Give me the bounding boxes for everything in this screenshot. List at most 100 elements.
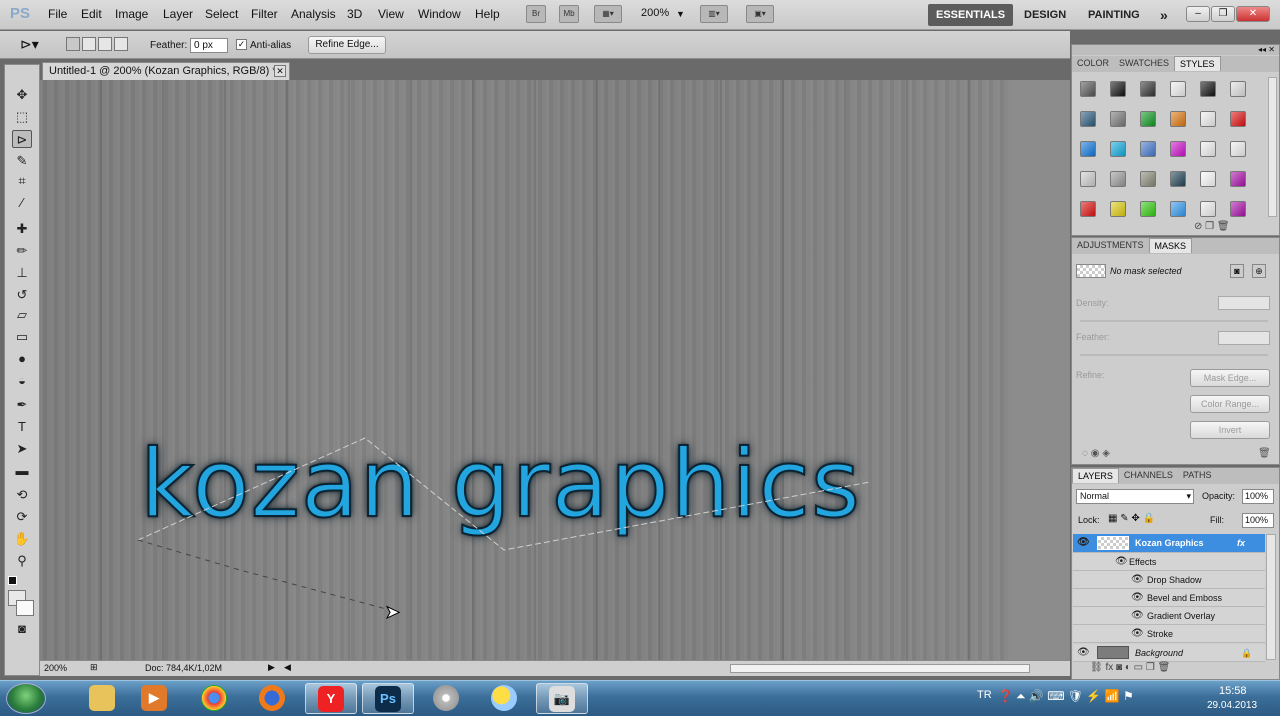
taskbar-photoshop[interactable]: Ps <box>362 683 414 714</box>
style-swatch[interactable] <box>1200 171 1216 187</box>
refine-edge-button[interactable]: Refine Edge... <box>308 36 386 54</box>
style-swatch[interactable] <box>1140 81 1156 97</box>
effect-row[interactable]: 👁 Bevel and Emboss <box>1073 589 1265 607</box>
help-icon[interactable]: ❓ <box>998 689 1013 703</box>
zoom-dropdown-icon[interactable]: ▼ <box>676 9 685 19</box>
menu-help[interactable]: Help <box>475 7 500 21</box>
tray-icons[interactable]: ⏶ 🔊 ⌨ 🛡 ⚡ 📶 ⚑ <box>1016 689 1134 704</box>
style-swatch[interactable] <box>1080 171 1096 187</box>
style-swatch[interactable] <box>1170 171 1186 187</box>
opacity-input[interactable]: 100% <box>1242 489 1274 504</box>
type-tool-icon[interactable]: T <box>12 418 32 436</box>
scroll-left-icon[interactable]: ◀ <box>284 662 291 673</box>
eye-icon[interactable]: 👁 <box>1077 644 1090 662</box>
bridge-button[interactable]: Br <box>526 5 546 23</box>
effects-row[interactable]: 👁 Effects <box>1073 553 1265 571</box>
style-swatch[interactable] <box>1230 171 1246 187</box>
style-swatch[interactable] <box>1230 81 1246 97</box>
menu-image[interactable]: Image <box>115 7 148 21</box>
pen-tool-icon[interactable]: ✒ <box>12 396 32 414</box>
default-colors-icon[interactable] <box>8 576 17 585</box>
shape-tool-icon[interactable]: ▬ <box>12 462 32 480</box>
hand-tool-icon[interactable]: ✋ <box>12 530 32 548</box>
style-swatch[interactable] <box>1230 201 1246 217</box>
density-slider[interactable] <box>1080 320 1268 322</box>
feather-mask-input[interactable] <box>1218 331 1270 345</box>
style-swatch[interactable] <box>1110 81 1126 97</box>
style-swatch[interactable] <box>1140 171 1156 187</box>
workspace-design[interactable]: DESIGN <box>1016 4 1074 26</box>
close-tab-icon[interactable]: ✕ <box>274 65 286 77</box>
style-swatch[interactable] <box>1170 81 1186 97</box>
quick-mask-icon[interactable]: ◙ <box>12 620 32 638</box>
style-swatch[interactable] <box>1170 141 1186 157</box>
eye-icon[interactable]: 👁 <box>1077 534 1090 552</box>
zoom-tool-icon[interactable]: ⚲ <box>12 552 32 570</box>
style-swatch[interactable] <box>1230 141 1246 157</box>
menu-filter[interactable]: Filter <box>251 7 278 21</box>
quick-selection-tool-icon[interactable]: ✎ <box>12 152 32 170</box>
menu-analysis[interactable]: Analysis <box>291 7 336 21</box>
workspace-more-icon[interactable]: » <box>1152 4 1176 26</box>
menu-view[interactable]: View <box>378 7 404 21</box>
status-options-icon[interactable]: ⊞ <box>90 662 98 673</box>
style-swatch[interactable] <box>1200 201 1216 217</box>
clock-date[interactable]: 29.04.2013 <box>1207 700 1257 711</box>
styles-scrollbar[interactable] <box>1268 77 1277 217</box>
3d-rotate-tool-icon[interactable]: ⟲ <box>12 486 32 504</box>
brush-tool-icon[interactable]: ✏ <box>12 242 32 260</box>
taskbar-chrome[interactable] <box>188 683 240 714</box>
eraser-tool-icon[interactable]: ▱ <box>12 306 32 324</box>
crop-tool-icon[interactable]: ⌗ <box>12 172 32 190</box>
layers-scrollbar[interactable] <box>1266 534 1276 660</box>
restore-button[interactable]: ❐ <box>1211 6 1235 22</box>
taskbar-explorer[interactable] <box>76 683 128 714</box>
zoom-level[interactable]: 200% <box>641 7 669 19</box>
eye-icon[interactable]: 👁 <box>1115 553 1128 571</box>
dodge-tool-icon[interactable]: ◒ <box>12 372 32 390</box>
style-swatch[interactable] <box>1080 111 1096 127</box>
minimize-button[interactable]: – <box>1186 6 1210 22</box>
style-swatch[interactable] <box>1080 201 1096 217</box>
taskbar-yandex[interactable]: Y <box>305 683 357 714</box>
tab-channels[interactable]: CHANNELS <box>1119 468 1178 483</box>
fill-input[interactable]: 100% <box>1242 513 1274 528</box>
clock-time[interactable]: 15:58 <box>1219 685 1247 697</box>
move-tool-icon[interactable]: ✥ <box>12 86 32 104</box>
close-window-button[interactable]: ✕ <box>1236 6 1270 22</box>
history-brush-tool-icon[interactable]: ↺ <box>12 286 32 304</box>
antialias-checkbox[interactable]: ✓ <box>236 39 247 50</box>
horizontal-scrollbar[interactable] <box>730 664 1030 673</box>
document-tab[interactable]: Untitled-1 @ 200% (Kozan Graphics, RGB/8… <box>42 62 290 80</box>
style-swatch[interactable] <box>1140 201 1156 217</box>
healing-brush-tool-icon[interactable]: ✚ <box>12 220 32 238</box>
taskbar-disc[interactable] <box>420 683 472 714</box>
style-swatch[interactable] <box>1230 111 1246 127</box>
3d-orbit-tool-icon[interactable]: ⟳ <box>12 508 32 526</box>
style-swatch[interactable] <box>1170 111 1186 127</box>
invert-button[interactable]: Invert <box>1190 421 1270 439</box>
lasso-tool-icon[interactable]: ⊳ <box>12 130 32 148</box>
menu-layer[interactable]: Layer <box>163 7 193 21</box>
view-extras-button[interactable]: ▦▾ <box>594 5 622 23</box>
taskbar-media-player[interactable]: ▶ <box>128 683 180 714</box>
lock-icons[interactable]: ▦ ✎ ✥ 🔒 <box>1108 513 1155 524</box>
pixel-mask-icon[interactable]: ◙ <box>1230 264 1244 278</box>
style-swatch[interactable] <box>1080 141 1096 157</box>
color-range-button[interactable]: Color Range... <box>1190 395 1270 413</box>
effect-row[interactable]: 👁 Stroke <box>1073 625 1265 643</box>
tab-masks[interactable]: MASKS <box>1148 238 1193 253</box>
screen-mode-button[interactable]: ▣▾ <box>746 5 774 23</box>
polygonal-lasso-preset-icon[interactable]: ⊳▾ <box>20 36 39 53</box>
effect-row[interactable]: 👁 Gradient Overlay <box>1073 607 1265 625</box>
minibridge-button[interactable]: Mb <box>559 5 579 23</box>
layer-background[interactable]: 👁 Background 🔒 <box>1073 644 1265 662</box>
marquee-tool-icon[interactable]: ⬚ <box>12 108 32 126</box>
feather-slider[interactable] <box>1080 354 1268 356</box>
workspace-painting[interactable]: PAINTING <box>1080 4 1148 26</box>
style-swatch[interactable] <box>1110 141 1126 157</box>
add-selection-icon[interactable] <box>82 37 96 51</box>
gradient-tool-icon[interactable]: ▭ <box>12 328 32 346</box>
taskbar-camera[interactable]: 📷 <box>536 683 588 714</box>
blur-tool-icon[interactable]: ● <box>12 350 32 368</box>
